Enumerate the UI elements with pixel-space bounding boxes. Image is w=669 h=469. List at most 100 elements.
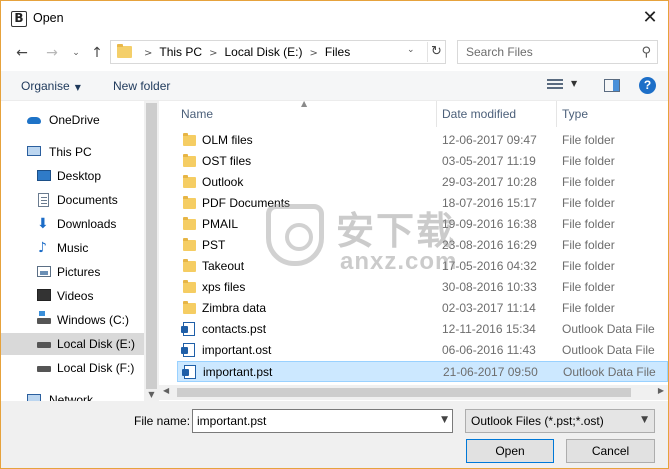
chevron-down-icon[interactable]: ▼ bbox=[641, 415, 648, 425]
file-row[interactable]: Zimbra data 02-03-2017 11:14 File folder bbox=[177, 298, 668, 319]
file-type: File folder bbox=[562, 154, 615, 168]
sidebar-item-downloads[interactable]: ⬇ Downloads bbox=[1, 213, 144, 235]
sidebar-item-network[interactable]: Network bbox=[1, 389, 144, 401]
help-icon[interactable]: ? bbox=[639, 77, 656, 94]
sidebar-item-label: Pictures bbox=[57, 265, 101, 279]
documents-icon bbox=[38, 193, 49, 207]
scroll-down-arrow-icon[interactable]: ▼ bbox=[144, 390, 159, 399]
file-row-selected[interactable]: important.pst 21-06-2017 09:50 Outlook D… bbox=[177, 361, 668, 382]
sidebar-item-label: OneDrive bbox=[49, 113, 100, 127]
navigation-pane: OneDrive This PC Desktop Documents ⬇ Dow… bbox=[1, 101, 159, 401]
chevron-down-icon[interactable]: ▼ bbox=[441, 415, 448, 425]
file-row[interactable]: important.ost 06-06-2016 11:43 Outlook D… bbox=[177, 340, 668, 361]
column-header-name[interactable]: Name bbox=[181, 107, 213, 121]
file-row[interactable]: PDF Documents 18-07-2016 15:17 File fold… bbox=[177, 193, 668, 214]
folder-icon bbox=[183, 238, 196, 251]
drive-icon bbox=[37, 342, 51, 348]
view-options-chevron-down-icon[interactable]: ▼ bbox=[571, 79, 577, 88]
breadcrumb-files[interactable]: Files bbox=[325, 45, 350, 59]
column-header-date-modified[interactable]: Date modified bbox=[442, 107, 516, 121]
folder-icon bbox=[183, 154, 196, 167]
sidebar-item-label: This PC bbox=[49, 145, 92, 159]
sidebar-item-desktop[interactable]: Desktop bbox=[1, 165, 144, 187]
sidebar-item-pictures[interactable]: Pictures bbox=[1, 261, 144, 283]
sort-ascending-icon: ▲ bbox=[301, 101, 308, 108]
sidebar-item-windows-c[interactable]: Windows (C:) bbox=[1, 309, 144, 331]
folder-icon bbox=[117, 44, 132, 58]
sidebar-item-local-disk-f[interactable]: Local Disk (F:) bbox=[1, 357, 144, 379]
folder-icon bbox=[183, 133, 196, 146]
desktop-icon bbox=[37, 170, 51, 181]
file-date: 06-06-2016 11:43 bbox=[442, 343, 536, 357]
close-button[interactable]: ✕ bbox=[632, 1, 668, 35]
file-row[interactable]: contacts.pst 12-11-2016 15:34 Outlook Da… bbox=[177, 319, 668, 340]
file-row[interactable]: OST files 03-05-2017 11:19 File folder bbox=[177, 151, 668, 172]
forward-button[interactable]: → bbox=[43, 44, 61, 62]
sidebar-item-onedrive[interactable]: OneDrive bbox=[1, 109, 144, 131]
sidebar-item-this-pc[interactable]: This PC bbox=[1, 141, 144, 163]
outlook-data-file-icon bbox=[181, 322, 195, 336]
cancel-button[interactable]: Cancel bbox=[566, 439, 655, 463]
recent-locations-chevron-icon[interactable]: ⌄ bbox=[67, 44, 85, 62]
back-button[interactable]: ← bbox=[13, 44, 31, 62]
sidebar-scrollbar[interactable]: ▼ bbox=[144, 101, 159, 401]
up-button[interactable]: ↑ bbox=[88, 44, 106, 62]
file-type-select[interactable]: Outlook Files (*.pst;*.ost) ▼ bbox=[465, 409, 655, 433]
address-bar[interactable]: > This PC > Local Disk (E:) > Files ⌄ ↻ bbox=[110, 40, 446, 64]
drive-icon bbox=[37, 366, 51, 372]
file-row[interactable]: PMAIL 19-09-2016 16:38 File folder bbox=[177, 214, 668, 235]
file-date: 21-06-2017 09:50 bbox=[443, 365, 538, 379]
new-folder-button[interactable]: New folder bbox=[113, 79, 170, 93]
breadcrumb-local-disk-e[interactable]: Local Disk (E:) bbox=[224, 45, 302, 59]
file-name-field[interactable]: important.pst ▼ bbox=[192, 409, 453, 433]
sidebar-item-label: Windows (C:) bbox=[57, 313, 130, 327]
file-name: xps files bbox=[202, 280, 246, 294]
dialog-footer: File name: important.pst ▼ Outlook Files… bbox=[1, 401, 668, 468]
videos-icon bbox=[37, 289, 51, 301]
sidebar-item-music[interactable]: ♪ Music bbox=[1, 237, 144, 259]
breadcrumb-separator[interactable]: > bbox=[209, 48, 217, 59]
file-name: Zimbra data bbox=[202, 301, 267, 315]
view-details-icon[interactable] bbox=[547, 79, 563, 92]
file-name-value[interactable]: important.pst bbox=[197, 414, 266, 428]
breadcrumb-separator[interactable]: > bbox=[144, 48, 152, 59]
address-history-chevron-down-icon[interactable]: ⌄ bbox=[407, 45, 415, 55]
file-name: important.ost bbox=[202, 343, 272, 357]
file-date: 29-03-2017 10:28 bbox=[442, 175, 537, 189]
search-input[interactable]: Search Files ⚲ bbox=[457, 40, 658, 64]
breadcrumb-this-pc[interactable]: This PC bbox=[159, 45, 202, 59]
refresh-button[interactable]: ↻ bbox=[427, 42, 445, 62]
file-row[interactable]: OLM files 12-06-2017 09:47 File folder bbox=[177, 130, 668, 151]
sidebar-item-documents[interactable]: Documents bbox=[1, 189, 144, 211]
file-name: OLM files bbox=[202, 133, 253, 147]
column-divider[interactable] bbox=[436, 101, 437, 127]
file-type: File folder bbox=[562, 175, 615, 189]
folder-icon bbox=[183, 196, 196, 209]
organise-button[interactable]: Organise ▼ bbox=[21, 79, 81, 93]
column-divider[interactable] bbox=[556, 101, 557, 127]
file-date: 12-06-2017 09:47 bbox=[442, 133, 537, 147]
file-row[interactable]: Takeout 17-05-2016 04:32 File folder bbox=[177, 256, 668, 277]
file-date: 12-11-2016 15:34 bbox=[442, 322, 536, 336]
title-bar: B Open ✕ bbox=[1, 1, 668, 35]
scrollbar-thumb[interactable] bbox=[146, 103, 157, 389]
open-button[interactable]: Open bbox=[466, 439, 554, 463]
horizontal-scrollbar[interactable]: ◀ ▶ bbox=[159, 385, 668, 400]
file-row[interactable]: Outlook 29-03-2017 10:28 File folder bbox=[177, 172, 668, 193]
breadcrumb-separator[interactable]: > bbox=[310, 48, 318, 59]
preview-pane-icon[interactable] bbox=[604, 79, 620, 92]
file-date: 03-05-2017 11:19 bbox=[442, 154, 536, 168]
scroll-right-arrow-icon[interactable]: ▶ bbox=[658, 386, 664, 395]
sidebar-item-videos[interactable]: Videos bbox=[1, 285, 144, 307]
app-icon: B bbox=[11, 11, 27, 27]
scrollbar-thumb[interactable] bbox=[177, 388, 631, 397]
music-icon: ♪ bbox=[38, 240, 47, 256]
file-row[interactable]: PST 23-08-2016 16:29 File folder bbox=[177, 235, 668, 256]
column-header-type[interactable]: Type bbox=[562, 107, 588, 121]
search-icon[interactable]: ⚲ bbox=[641, 45, 651, 60]
file-type: File folder bbox=[562, 133, 615, 147]
sidebar-item-local-disk-e[interactable]: Local Disk (E:) bbox=[1, 333, 144, 355]
scroll-left-arrow-icon[interactable]: ◀ bbox=[163, 386, 169, 395]
file-row[interactable]: xps files 30-08-2016 10:33 File folder bbox=[177, 277, 668, 298]
search-placeholder: Search Files bbox=[466, 45, 533, 59]
